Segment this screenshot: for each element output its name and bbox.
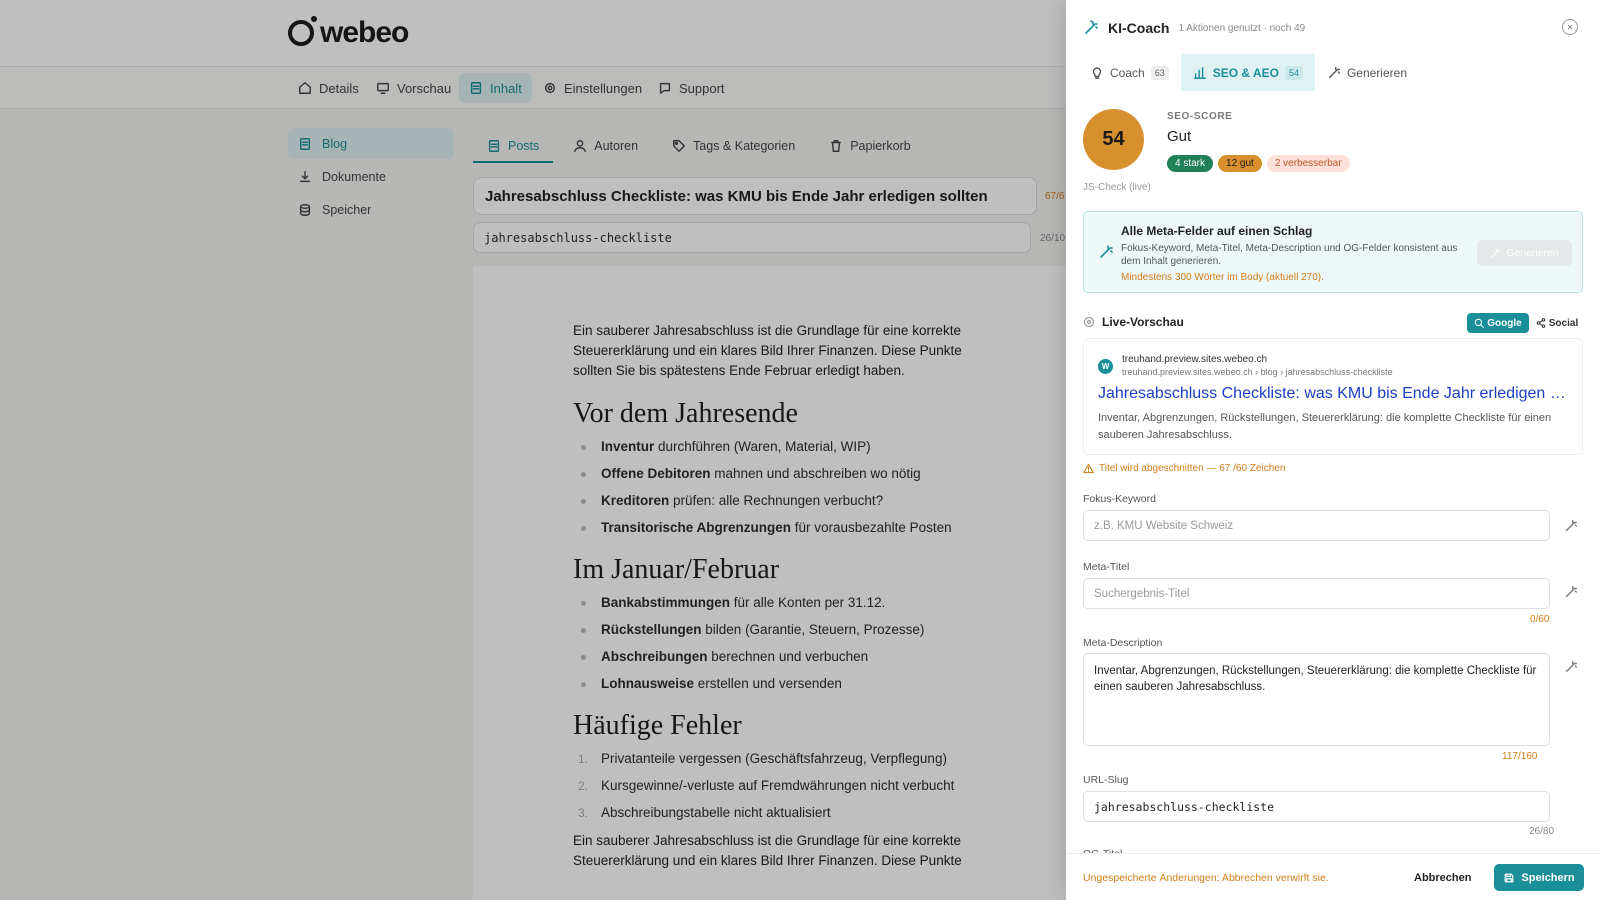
seo-score-label: SEO-SCORE	[1167, 111, 1233, 122]
meta-generate-box: Alle Meta-Felder auf einen Schlag Fokus-…	[1083, 211, 1583, 293]
magic-wand-icon[interactable]	[1564, 585, 1578, 599]
serp-host: treuhand.preview.sites.webeo.ch	[1122, 354, 1268, 365]
preview-social-button[interactable]: Social	[1531, 313, 1583, 333]
focus-keyword-input[interactable]	[1083, 510, 1550, 541]
seo-score-circle: 54	[1083, 109, 1144, 170]
meta-box-description: Fokus-Keyword, Meta-Titel, Meta-Descript…	[1121, 243, 1458, 267]
magic-wand-icon[interactable]	[1564, 519, 1578, 533]
meta-title-input[interactable]	[1083, 578, 1550, 609]
url-slug-input[interactable]	[1083, 791, 1550, 822]
tab-seo-aeo[interactable]: SEO & AEO 54	[1180, 54, 1315, 91]
generate-button[interactable]: Generieren	[1477, 240, 1572, 266]
close-icon: ✕	[1566, 22, 1574, 32]
live-preview-header: Live-Vorschau Google Social	[1083, 313, 1583, 333]
cancel-button[interactable]: Abbrechen	[1414, 866, 1471, 890]
meta-description-textarea[interactable]: Inventar, Abgrenzungen, Rückstellungen, …	[1083, 653, 1550, 746]
magic-wand-icon	[1085, 20, 1098, 34]
url-slug-count: 26/80	[1529, 826, 1555, 837]
meta-description-count: 117/160	[1502, 751, 1538, 762]
bar-chart-icon	[1193, 66, 1206, 79]
tab-label: SEO & AEO	[1212, 65, 1279, 80]
focus-keyword-label: Fokus-Keyword	[1083, 493, 1156, 505]
search-icon	[1475, 318, 1485, 328]
favicon: W	[1098, 359, 1113, 374]
panel-tabs: Coach 63 SEO & AEO 54 Generieren	[1078, 54, 1419, 91]
button-label: Generieren	[1506, 247, 1559, 259]
chip-strong: 4 stark	[1167, 155, 1214, 172]
button-label: Google	[1487, 317, 1522, 329]
meta-title-count: 0/60	[1530, 614, 1550, 625]
tab-label: Coach	[1110, 65, 1145, 80]
serp-title: Jahresabschluss Checkliste: was KMU bis …	[1098, 385, 1568, 402]
button-label: Speichern	[1521, 871, 1575, 884]
panel-title: KI-Coach	[1108, 20, 1170, 36]
tab-label: Generieren	[1346, 65, 1407, 80]
chip-improvable: 2 verbesserbar	[1266, 155, 1350, 172]
serp-description: Inventar, Abgrenzungen, Rückstellungen, …	[1098, 412, 1552, 441]
warning-icon	[1083, 463, 1094, 474]
share-icon	[1536, 318, 1546, 328]
save-icon	[1505, 873, 1514, 882]
tab-coach[interactable]: Coach 63	[1078, 54, 1181, 91]
serp-breadcrumb: treuhand.preview.sites.webeo.ch › blog ›…	[1122, 367, 1393, 377]
meta-box-heading: Alle Meta-Felder auf einen Schlag	[1121, 224, 1313, 238]
ki-coach-panel: KI-Coach 1 Aktionen genutzt · noch 49 ✕ …	[1066, 0, 1600, 900]
eye-icon	[1083, 316, 1095, 328]
tab-generate[interactable]: Generieren	[1315, 54, 1419, 91]
preview-google-button[interactable]: Google	[1467, 313, 1529, 333]
tab-badge: 54	[1284, 65, 1303, 80]
title-truncation-warning: Titel wird abgeschnitten — 67 /60 Zeiche…	[1083, 463, 1285, 474]
panel-header: KI-Coach 1 Aktionen genutzt · noch 49	[1066, 0, 1600, 56]
seo-score-grade: Gut	[1167, 128, 1192, 145]
unsaved-changes-message: Ungespeicherte Änderungen: Abbrechen ver…	[1083, 872, 1329, 884]
meta-box-warning: Mindestens 300 Wörter im Body (aktuell 2…	[1121, 272, 1324, 283]
live-preview-label: Live-Vorschau	[1102, 315, 1184, 329]
meta-description-label: Meta-Description	[1083, 637, 1163, 649]
button-label: Social	[1548, 317, 1579, 329]
lightbulb-icon	[1092, 66, 1102, 79]
score-chips: 4 stark 12 gut 2 verbesserbar	[1167, 155, 1350, 172]
google-serp-preview: W treuhand.preview.sites.webeo.ch treuha…	[1083, 338, 1583, 455]
url-slug-label: URL-Slug	[1083, 774, 1129, 786]
close-button[interactable]: ✕	[1562, 19, 1578, 35]
save-button[interactable]: Speichern	[1494, 864, 1584, 891]
tab-badge: 63	[1150, 65, 1169, 80]
js-check-label: JS-Check (live)	[1083, 182, 1151, 193]
usage-meta: 1 Aktionen genutzt · noch 49	[1178, 22, 1306, 34]
magic-wand-icon	[1491, 248, 1501, 257]
modal-backdrop[interactable]	[0, 0, 1066, 900]
magic-wand-icon	[1100, 245, 1113, 258]
warning-text: Titel wird abgeschnitten — 67 /60 Zeiche…	[1099, 463, 1286, 474]
magic-wand-icon	[1328, 66, 1340, 78]
meta-title-label: Meta-Titel	[1083, 561, 1130, 573]
magic-wand-icon[interactable]	[1564, 660, 1578, 674]
panel-footer: Ungespeicherte Änderungen: Abbrechen ver…	[1066, 853, 1600, 900]
chip-good: 12 gut	[1218, 155, 1262, 172]
